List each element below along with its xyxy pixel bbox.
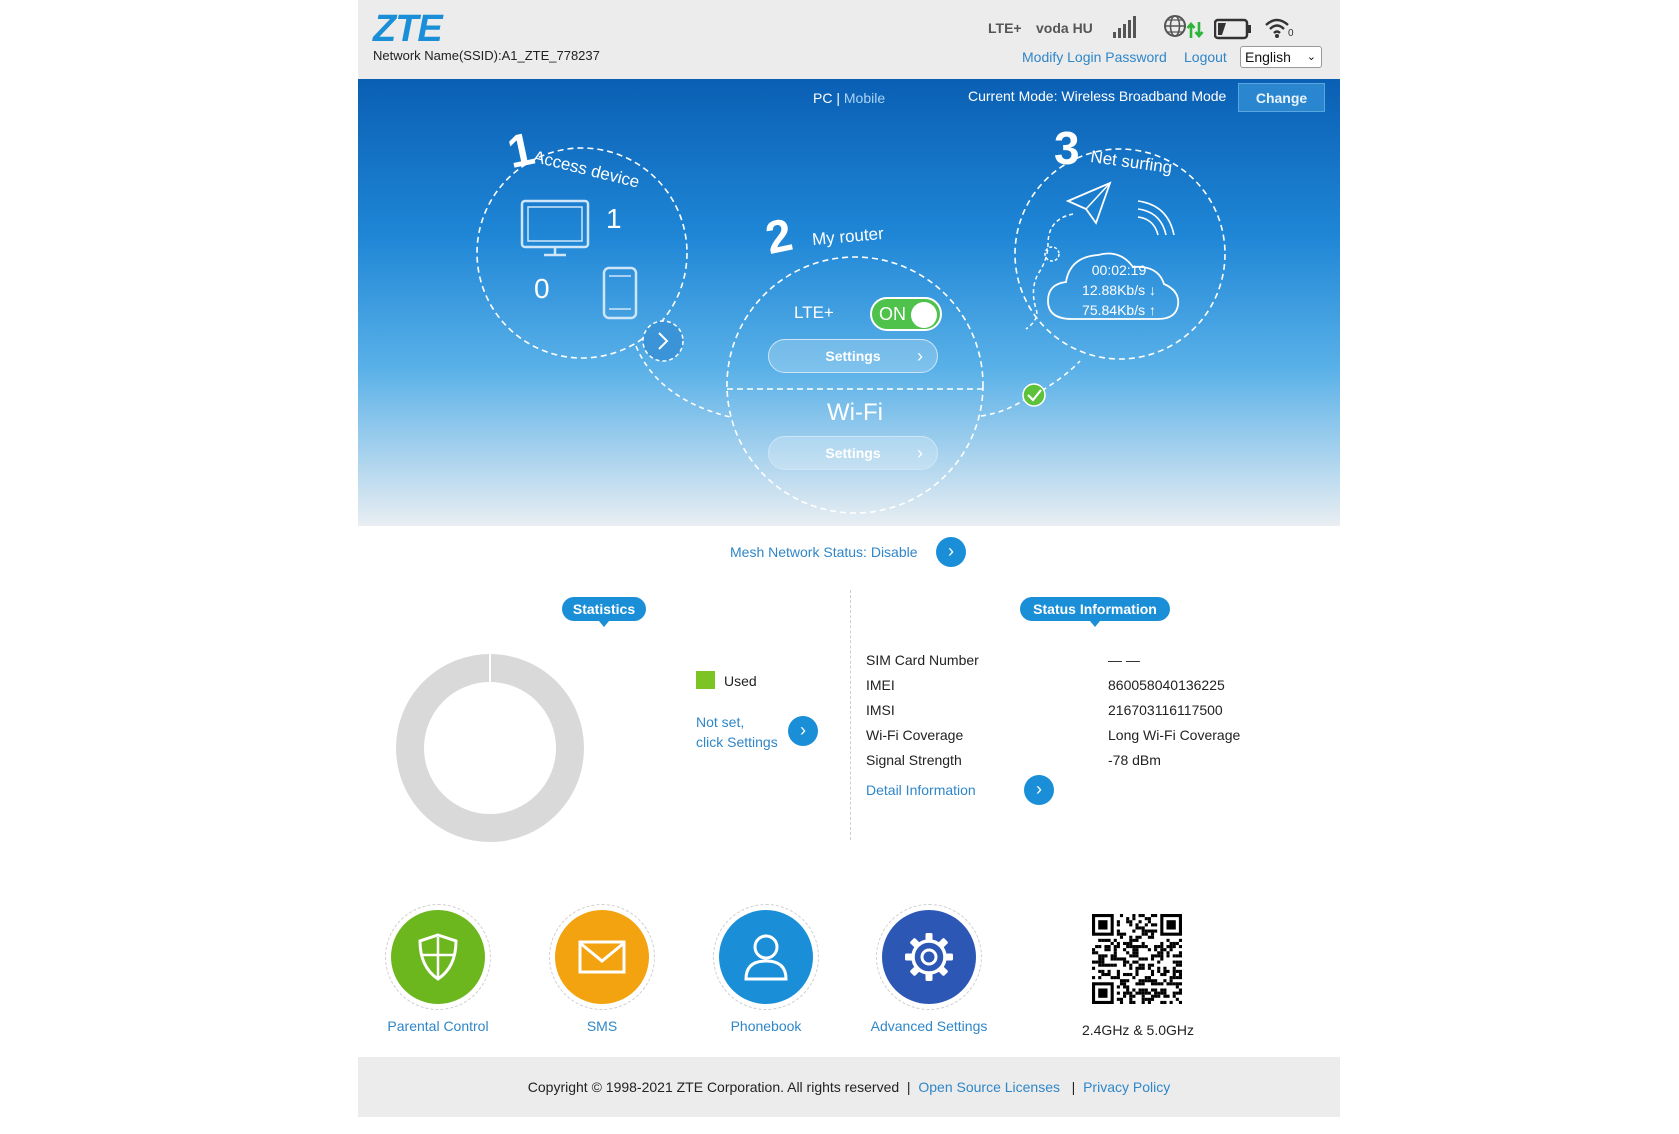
signal-waves-icon [1137, 200, 1175, 236]
gear-icon [905, 933, 953, 981]
status-label: SIM Card Number [866, 652, 979, 668]
not-set-line1: Not set, [696, 714, 745, 730]
status-information-tag: Status Information [1020, 597, 1170, 627]
step3-number: 3 [1054, 122, 1080, 174]
status-value: 860058040136225 [1108, 677, 1225, 693]
status-label: IMEI [866, 677, 895, 693]
sms-shortcut[interactable] [549, 904, 655, 1010]
monitor-icon [520, 199, 590, 257]
lte-label: LTE+ [794, 303, 834, 322]
privacy-policy-link[interactable]: Privacy Policy [1083, 1079, 1170, 1095]
toggle-knob [911, 302, 937, 328]
open-source-licenses-link[interactable]: Open Source Licenses [918, 1079, 1060, 1095]
footer: Copyright © 1998-2021 ZTE Corporation. A… [358, 1057, 1340, 1117]
wifi-client-count: 0 [1288, 28, 1294, 39]
mobile-view-link[interactable]: Mobile [844, 90, 885, 106]
current-mode-label: Current Mode: Wireless Broadband Mode [968, 88, 1227, 104]
person-icon [744, 934, 788, 981]
detail-information-link[interactable]: Detail Information [866, 782, 976, 798]
header: ZTE Network Name(SSID):A1_ZTE_778237 LTE… [358, 0, 1340, 79]
phonebook-shortcut[interactable] [713, 904, 819, 1010]
wifi-settings-label: Settings [825, 445, 881, 461]
pc-view-link[interactable]: PC | [813, 90, 840, 106]
wifi-settings-button[interactable]: Settings › [768, 436, 938, 470]
copyright-text: Copyright © 1998-2021 ZTE Corporation. A… [527, 1079, 900, 1095]
statistics-tag: Statistics [562, 597, 646, 627]
pc-device-count: 1 [606, 203, 622, 234]
detail-arrow-button[interactable]: › [1024, 775, 1054, 805]
change-mode-button[interactable]: Change [1238, 83, 1325, 112]
parental-control-label[interactable]: Parental Control [358, 1018, 518, 1034]
status-value: Long Wi-Fi Coverage [1108, 727, 1241, 743]
not-set-line2: click Settings [696, 734, 778, 750]
signal-strength-icon [1113, 16, 1136, 38]
mobile-device-count: 0 [534, 273, 550, 304]
chevron-right-icon: › [917, 443, 923, 463]
router-settings-button[interactable]: Settings › [768, 339, 938, 373]
modify-login-password-link[interactable]: Modify Login Password [1022, 49, 1167, 65]
sms-label[interactable]: SMS [522, 1018, 682, 1034]
status-value: -78 dBm [1108, 752, 1161, 768]
usage-donut-chart [396, 654, 584, 842]
toggle-state: ON [879, 304, 906, 324]
section-divider [850, 590, 851, 840]
parental-control-shortcut[interactable] [385, 904, 491, 1010]
language-select[interactable]: English ⌄ [1240, 46, 1322, 68]
router-settings-label: Settings [825, 348, 881, 364]
connection-duration: 00:02:19 [1091, 262, 1147, 278]
chevron-right-icon: › [917, 346, 923, 366]
envelope-icon [578, 940, 626, 974]
qr-caption: 2.4GHz & 5.0GHz [1081, 1022, 1195, 1038]
wifi-label: Wi-Fi [827, 399, 883, 426]
ssid-label: Network Name(SSID):A1_ZTE_778237 [373, 48, 600, 63]
zte-logo[interactable]: ZTE [373, 8, 443, 51]
lte-toggle[interactable]: ON [870, 297, 942, 331]
phone-icon [602, 266, 638, 320]
mesh-arrow-button[interactable]: › [936, 537, 966, 567]
status-value: 216703116117500 [1108, 702, 1223, 718]
status-label: Wi-Fi Coverage [866, 727, 964, 743]
download-speed: 12.88Kb/s ↓ [1082, 282, 1156, 298]
logout-link[interactable]: Logout [1184, 49, 1227, 65]
status-label: Signal Strength [866, 752, 962, 768]
status-label: IMSI [866, 702, 895, 718]
phonebook-label[interactable]: Phonebook [686, 1018, 846, 1034]
not-set-link[interactable]: Not set, click Settings [696, 712, 778, 752]
page-wrapper: ZTE Network Name(SSID):A1_ZTE_778237 LTE… [358, 0, 1340, 1134]
carrier-name: voda HU [1036, 20, 1093, 36]
used-legend-swatch [696, 671, 715, 689]
internet-globe-icon [1164, 15, 1204, 38]
language-value: English [1245, 49, 1291, 65]
advanced-settings-shortcut[interactable] [876, 904, 982, 1010]
paper-plane-icon [1065, 181, 1112, 225]
network-type: LTE+ [988, 20, 1022, 36]
upload-speed: 75.84Kb/s ↑ [1082, 302, 1156, 318]
mesh-status-link[interactable]: Mesh Network Status: Disable [730, 544, 918, 560]
wifi-qr-code[interactable] [1092, 914, 1182, 1004]
used-legend-label: Used [724, 673, 757, 689]
statistics-settings-arrow-button[interactable]: › [788, 716, 818, 746]
view-switch: PC | Mobile [813, 90, 885, 106]
chevron-down-icon: ⌄ [1306, 51, 1316, 63]
battery-icon [1214, 18, 1251, 40]
advanced-settings-label[interactable]: Advanced Settings [849, 1018, 1009, 1034]
hero-panel: PC | Mobile Current Mode: Wireless Broad… [358, 79, 1340, 526]
status-value: — — [1108, 652, 1140, 668]
access-device-arrow-button[interactable] [643, 321, 683, 361]
shield-icon [418, 933, 458, 981]
